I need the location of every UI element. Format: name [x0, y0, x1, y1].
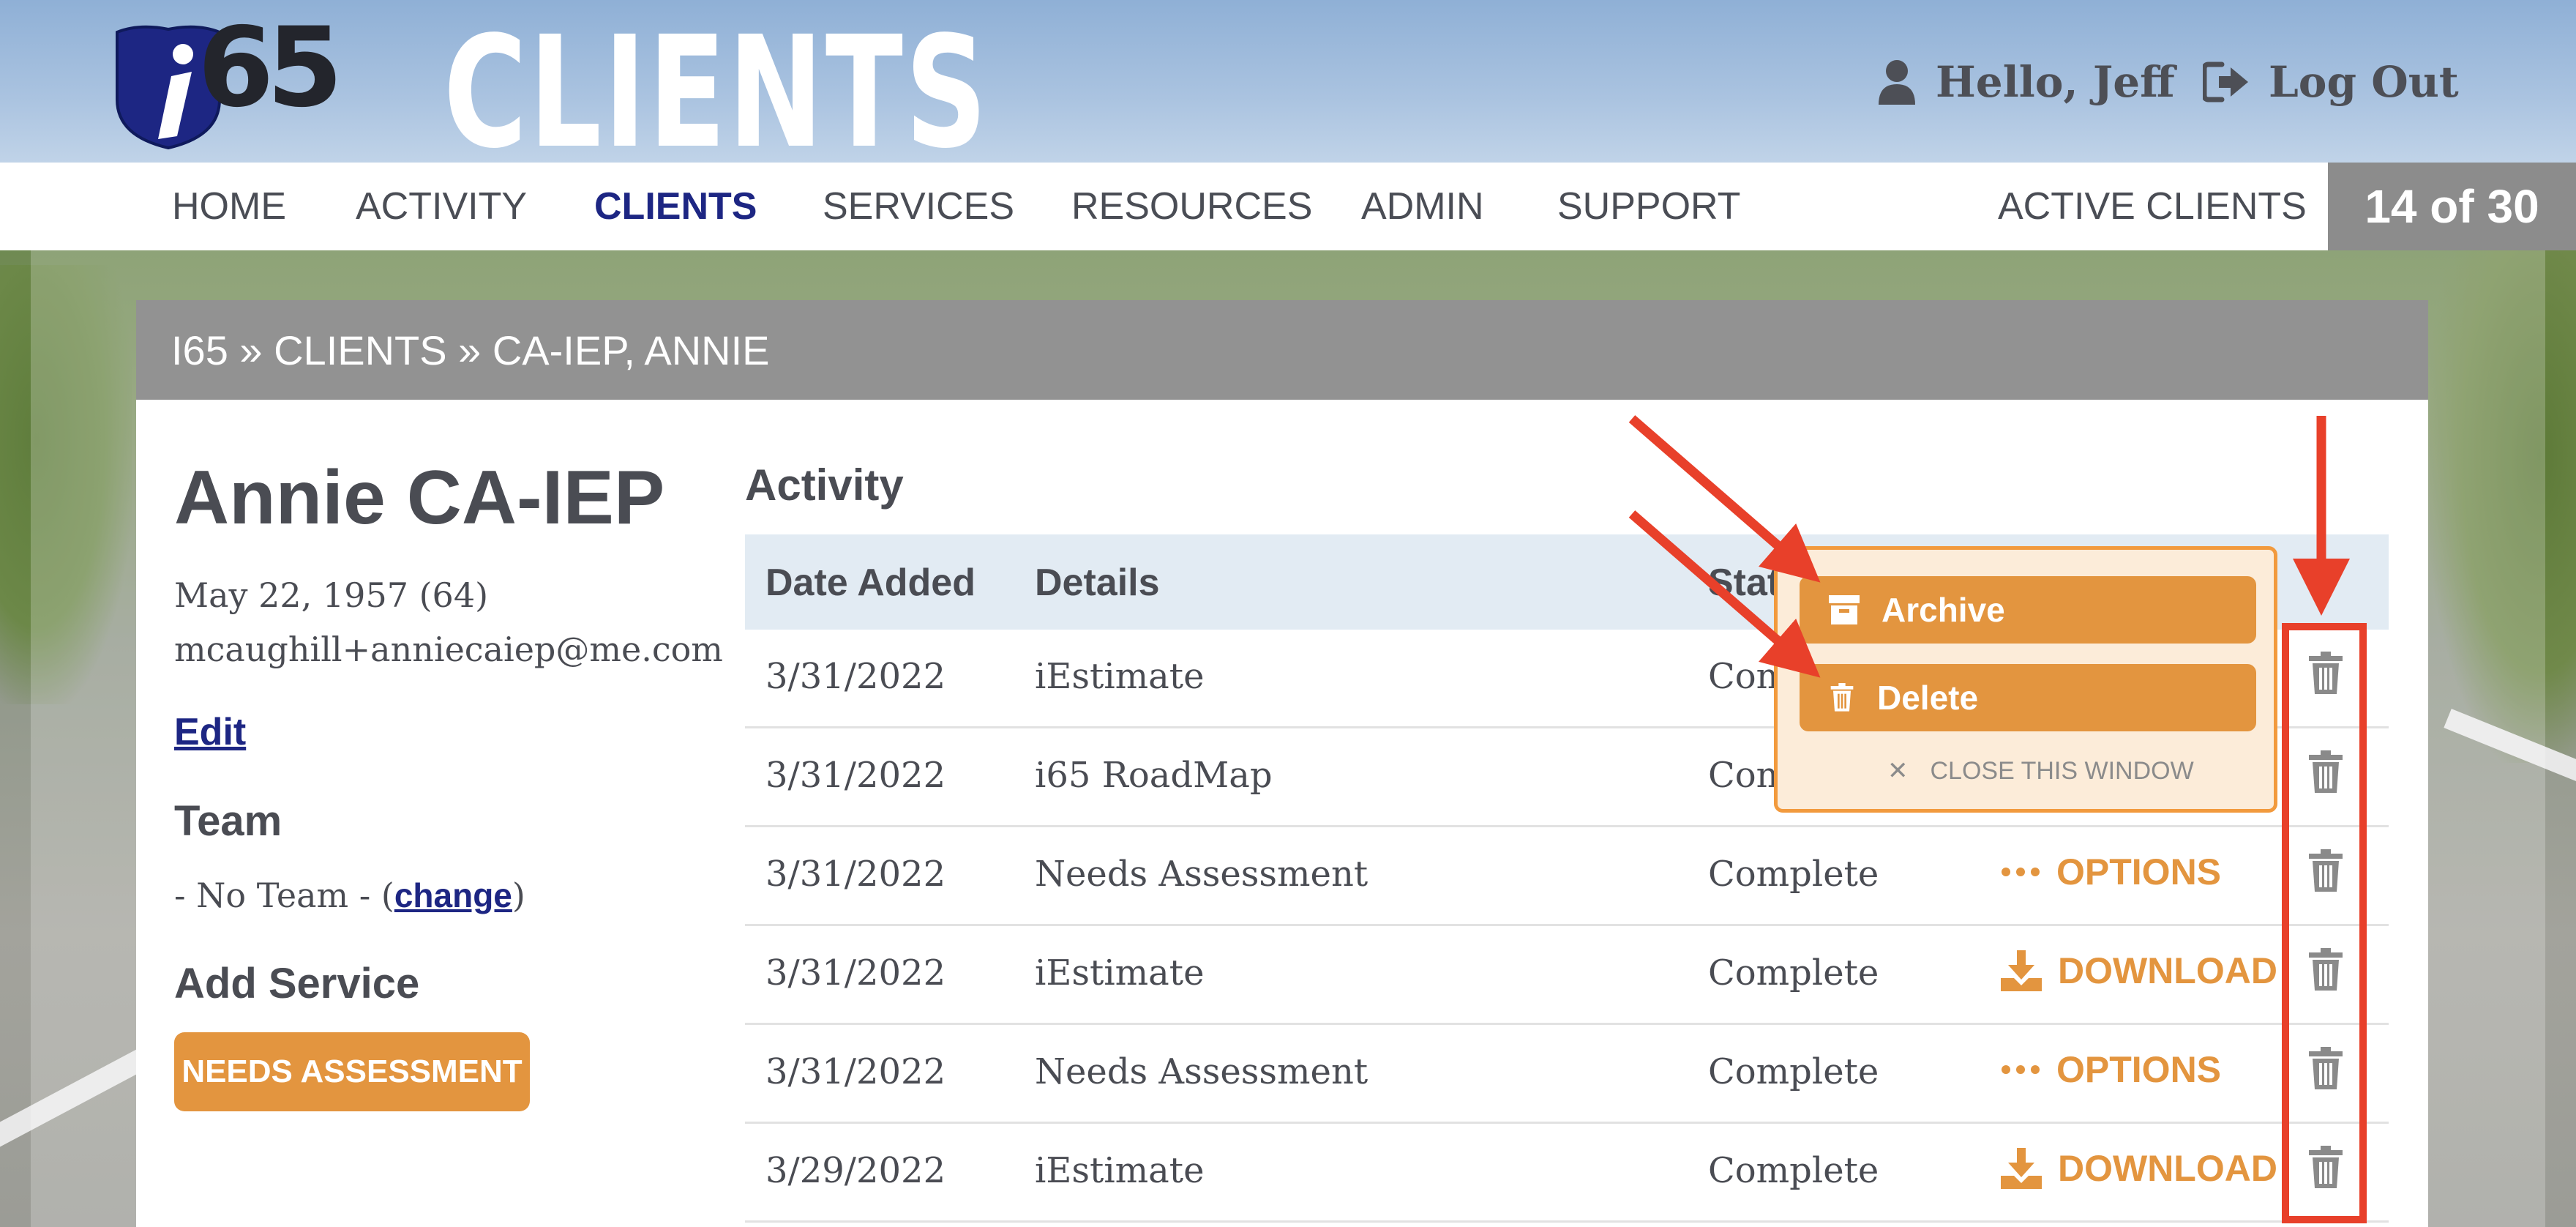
trash-icon[interactable]	[2306, 849, 2345, 893]
change-team-link[interactable]: change	[394, 876, 512, 914]
row-status: Complete	[1708, 1150, 1879, 1191]
trash-icon[interactable]	[2306, 948, 2345, 992]
nav-item-activity[interactable]: ACTIVITY	[356, 184, 527, 228]
greeting-text: Hello, Jeff	[1936, 57, 2175, 107]
row-status: Complete	[1708, 952, 1879, 993]
row-details: iEstimate	[1035, 656, 1205, 697]
options-button[interactable]: OPTIONS	[2001, 851, 2221, 893]
row-details: iEstimate	[1035, 952, 1205, 993]
archive-label: Archive	[1882, 591, 2005, 629]
column-date-added: Date Added	[765, 562, 976, 604]
row-date: 3/31/2022	[765, 952, 946, 993]
row-date: 3/31/2022	[765, 1051, 946, 1092]
app-title: CLIENTS	[443, 3, 989, 163]
row-details: Needs Assessment	[1035, 1051, 1368, 1092]
delete-button[interactable]: Delete	[1800, 664, 2256, 731]
edit-client-link[interactable]: Edit	[174, 710, 246, 754]
row-details: iEstimate	[1035, 1150, 1205, 1191]
trash-icon[interactable]	[2306, 750, 2345, 794]
row-date: 3/31/2022	[765, 656, 946, 697]
table-row: 3/31/2022 Needs Assessment Complete OPTI…	[745, 827, 2389, 926]
main-nav: HOME ACTIVITY CLIENTS SERVICES RESOURCES…	[0, 163, 2576, 250]
row-details: Needs Assessment	[1035, 854, 1368, 895]
row-date: 3/29/2022	[765, 1150, 946, 1191]
nav-item-support[interactable]: SUPPORT	[1557, 184, 1740, 228]
row-status: Complete	[1708, 1051, 1879, 1092]
trash-icon[interactable]	[2306, 652, 2345, 695]
download-label: DOWNLOAD	[2058, 950, 2277, 991]
close-window-label: CLOSE THIS WINDOW	[1930, 756, 2194, 785]
team-suffix: )	[512, 876, 525, 915]
row-date: 3/31/2022	[765, 854, 946, 895]
row-details: i65 RoadMap	[1035, 755, 1273, 796]
column-details: Details	[1035, 562, 1160, 604]
table-row: 3/29/2022 iEstimate Complete DOWNLOAD	[745, 1124, 2389, 1223]
team-line: - No Team - (change)	[174, 876, 525, 916]
row-status: Complete	[1708, 854, 1879, 895]
logout-text: Log Out	[2269, 57, 2459, 107]
client-email: mcaughill+anniecaiep@me.com	[174, 630, 723, 669]
nav-item-resources[interactable]: RESOURCES	[1071, 184, 1312, 228]
download-button[interactable]: DOWNLOAD	[2001, 950, 2277, 992]
close-window-link[interactable]: ✕ CLOSE THIS WINDOW	[1887, 756, 2194, 786]
needs-assessment-button[interactable]: NEEDS ASSESSMENT	[174, 1032, 530, 1111]
options-button[interactable]: OPTIONS	[2001, 1048, 2221, 1091]
nav-item-home[interactable]: HOME	[172, 184, 286, 228]
row-date: 3/31/2022	[765, 755, 946, 796]
user-greeting[interactable]: Hello, Jeff	[1877, 57, 2175, 107]
row-options-popup: Archive Delete ✕ CLOSE THIS WINDOW	[1774, 546, 2277, 813]
client-name: Annie CA-IEP	[174, 455, 665, 540]
nav-item-services[interactable]: SERVICES	[823, 184, 1014, 228]
table-row: 3/31/2022 iEstimate Complete DOWNLOAD	[745, 926, 2389, 1025]
options-label: OPTIONS	[2056, 851, 2222, 892]
team-heading: Team	[174, 797, 282, 845]
team-prefix: - No Team - (	[174, 876, 394, 915]
sign-out-icon	[2203, 61, 2248, 102]
archive-button[interactable]: Archive	[1800, 576, 2256, 644]
table-row: 3/31/2022 Needs Assessment Complete OPTI…	[745, 1025, 2389, 1124]
ellipsis-icon	[2002, 868, 2040, 876]
download-label: DOWNLOAD	[2058, 1148, 2277, 1189]
close-icon: ✕	[1887, 757, 1909, 785]
active-clients-count: 14 of 30	[2328, 163, 2576, 250]
download-button[interactable]: DOWNLOAD	[2001, 1147, 2277, 1190]
nav-item-clients[interactable]: CLIENTS	[594, 184, 757, 228]
active-clients-label: ACTIVE CLIENTS	[1998, 185, 2307, 228]
ellipsis-icon	[2002, 1065, 2040, 1074]
breadcrumb: I65 » CLIENTS » CA-IEP, ANNIE	[136, 300, 2428, 400]
user-icon	[1879, 60, 1915, 105]
client-dob: May 22, 1957 (64)	[174, 575, 489, 615]
nav-item-admin[interactable]: ADMIN	[1361, 184, 1484, 228]
delete-label: Delete	[1877, 679, 1979, 717]
add-service-heading: Add Service	[174, 960, 420, 1007]
download-icon	[2001, 950, 2042, 991]
trash-icon[interactable]	[2306, 1047, 2345, 1091]
logo-number: 65	[198, 4, 343, 132]
trash-icon	[1830, 683, 1854, 712]
options-label: OPTIONS	[2056, 1049, 2222, 1090]
download-icon	[2001, 1148, 2042, 1189]
header: 65 CLIENTS Hello, Jeff Log Out	[0, 0, 2576, 163]
archive-icon	[1829, 595, 1860, 624]
logout-link[interactable]: Log Out	[2203, 57, 2459, 107]
activity-title: Activity	[745, 460, 904, 510]
trash-icon[interactable]	[2306, 1146, 2345, 1190]
i65-logo[interactable]: 65	[110, 13, 366, 150]
